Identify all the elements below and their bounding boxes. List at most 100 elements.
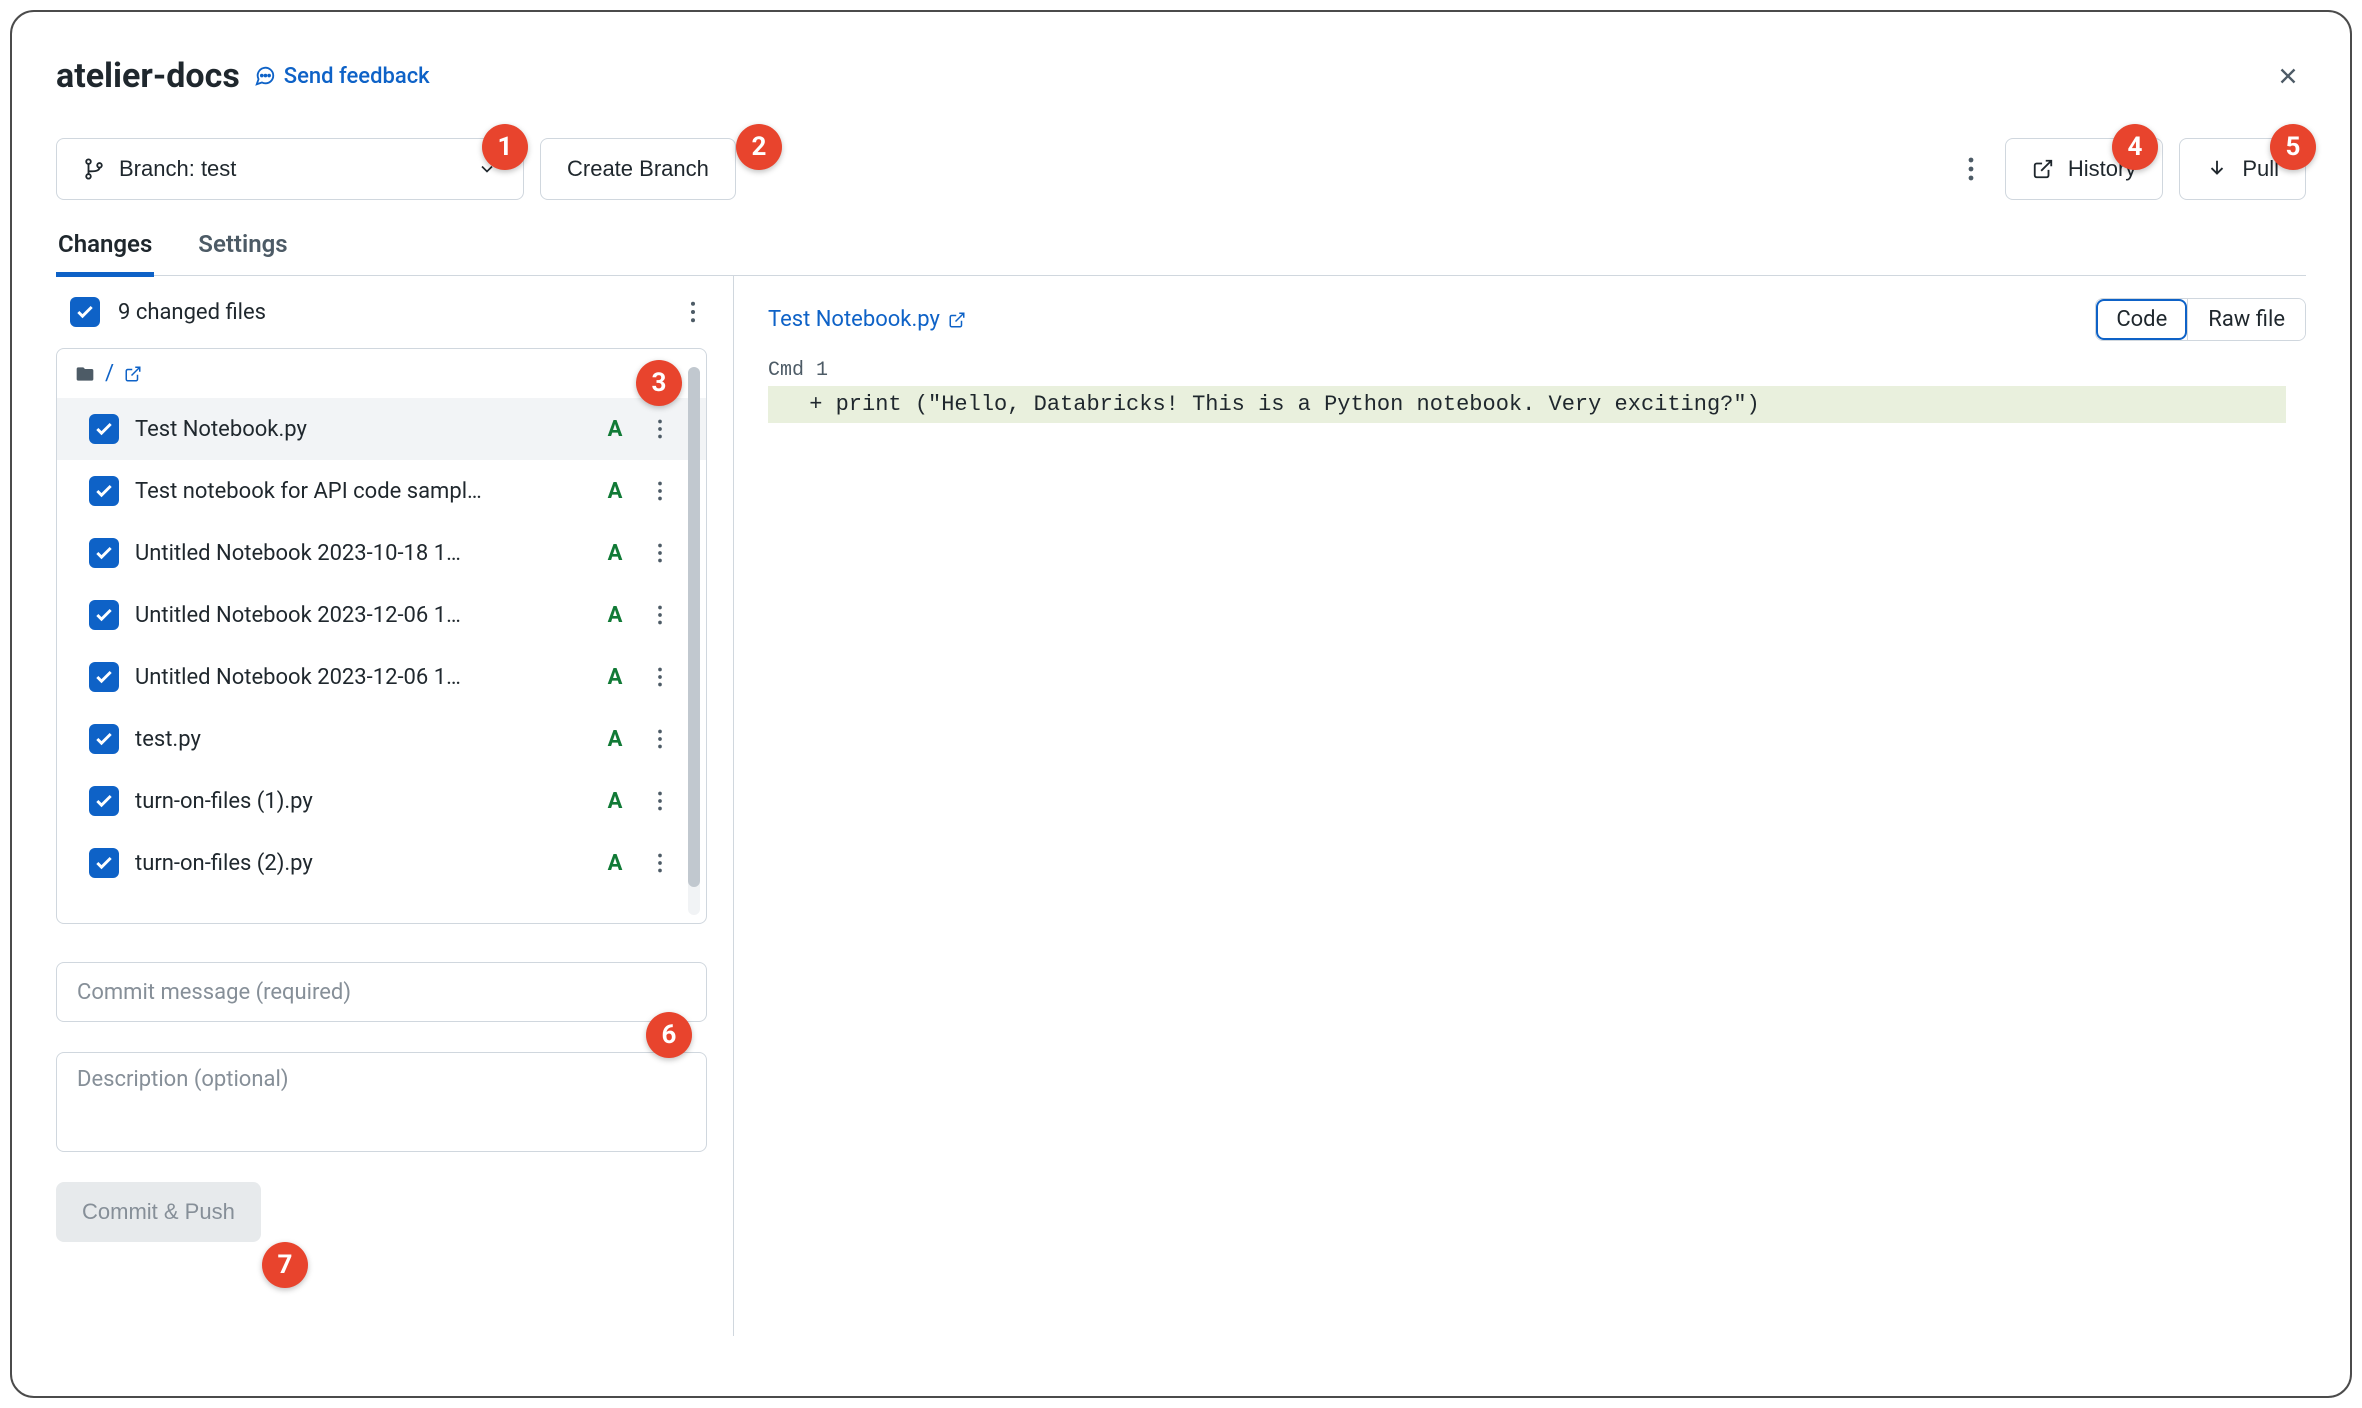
file-checkbox[interactable] — [89, 600, 119, 630]
annotation-badge-1: 1 — [482, 124, 528, 170]
annotation-badge-3: 3 — [636, 360, 682, 406]
file-row[interactable]: turn-on-files (1).py A — [57, 770, 706, 832]
diff-added-line: + print ("Hello, Databricks! This is a P… — [768, 386, 2306, 423]
file-status: A — [604, 665, 626, 690]
dialog-title: atelier-docs — [56, 56, 240, 96]
folder-icon — [75, 364, 95, 384]
check-icon — [94, 667, 114, 687]
file-checkbox[interactable] — [89, 662, 119, 692]
file-row[interactable]: turn-on-files (2).py A — [57, 832, 706, 894]
diff-cmd-label: Cmd 1 — [768, 359, 2306, 382]
file-status: A — [604, 727, 626, 752]
file-checkbox[interactable] — [89, 538, 119, 568]
file-row[interactable]: Test notebook for API code sampl… A — [57, 460, 706, 522]
commit-description-input[interactable] — [56, 1052, 707, 1152]
tab-changes[interactable]: Changes — [56, 230, 154, 277]
close-icon — [2275, 63, 2301, 89]
file-status: A — [604, 851, 626, 876]
kebab-icon — [1968, 157, 1974, 181]
annotation-badge-6: 6 — [646, 1012, 692, 1058]
diff-view-toggle: Code Raw file — [2095, 298, 2306, 341]
check-icon — [75, 302, 95, 322]
file-name: test.py — [135, 727, 588, 752]
file-name: Untitled Notebook 2023-12-06 1… — [135, 665, 588, 690]
file-row[interactable]: test.py A — [57, 708, 706, 770]
check-icon — [94, 481, 114, 501]
kebab-icon — [657, 543, 663, 563]
changed-files-count: 9 changed files — [118, 300, 266, 325]
file-name: Test notebook for API code sampl… — [135, 479, 588, 504]
file-row[interactable]: Untitled Notebook 2023-10-18 1… A — [57, 522, 706, 584]
commit-push-button[interactable]: Commit & Push — [56, 1182, 261, 1242]
create-branch-button[interactable]: Create Branch — [540, 138, 736, 200]
file-status: A — [604, 789, 626, 814]
view-code-button[interactable]: Code — [2096, 299, 2187, 340]
check-icon — [94, 853, 114, 873]
file-row[interactable]: Untitled Notebook 2023-12-06 1… A — [57, 584, 706, 646]
file-more-button[interactable] — [642, 473, 678, 509]
view-raw-button[interactable]: Raw file — [2187, 299, 2305, 340]
diff-file-name: Test Notebook.py — [768, 307, 940, 332]
file-tree: / Test Notebook.py A Test notebook for A… — [56, 348, 707, 924]
comment-icon — [254, 65, 276, 87]
file-tree-scrollbar[interactable] — [688, 367, 700, 915]
send-feedback-link[interactable]: Send feedback — [254, 64, 430, 89]
external-link-icon — [2032, 158, 2054, 180]
check-icon — [94, 419, 114, 439]
file-name: Untitled Notebook 2023-12-06 1… — [135, 603, 588, 628]
file-name: turn-on-files (1).py — [135, 789, 588, 814]
commit-message-input[interactable] — [56, 962, 707, 1022]
file-name: Test Notebook.py — [135, 417, 588, 442]
send-feedback-label: Send feedback — [284, 64, 430, 89]
file-more-button[interactable] — [642, 411, 678, 447]
check-icon — [94, 729, 114, 749]
file-row[interactable]: Untitled Notebook 2023-12-06 1… A — [57, 646, 706, 708]
check-icon — [94, 605, 114, 625]
close-button[interactable] — [2270, 58, 2306, 94]
annotation-badge-2: 2 — [736, 124, 782, 170]
branch-label: Branch: test — [119, 156, 236, 182]
annotation-badge-5: 5 — [2270, 124, 2316, 170]
file-more-button[interactable] — [642, 659, 678, 695]
branch-select[interactable]: Branch: test — [56, 138, 524, 200]
changes-more-button[interactable] — [675, 294, 711, 330]
kebab-icon — [657, 791, 663, 811]
root-path: / — [105, 361, 114, 386]
more-actions-button[interactable] — [1953, 151, 1989, 187]
kebab-icon — [657, 605, 663, 625]
annotation-badge-7: 7 — [262, 1242, 308, 1288]
file-checkbox[interactable] — [89, 414, 119, 444]
external-link-icon — [948, 311, 966, 329]
kebab-icon — [690, 301, 696, 323]
kebab-icon — [657, 853, 663, 873]
download-icon — [2206, 158, 2228, 180]
file-checkbox[interactable] — [89, 848, 119, 878]
check-icon — [94, 791, 114, 811]
file-more-button[interactable] — [642, 535, 678, 571]
root-folder-link[interactable]: / — [57, 349, 706, 398]
external-link-icon — [124, 365, 142, 383]
file-row[interactable]: Test Notebook.py A — [57, 398, 706, 460]
file-name: turn-on-files (2).py — [135, 851, 588, 876]
annotation-badge-4: 4 — [2112, 124, 2158, 170]
kebab-icon — [657, 729, 663, 749]
file-status: A — [604, 417, 626, 442]
git-branch-icon — [83, 158, 105, 180]
file-checkbox[interactable] — [89, 786, 119, 816]
kebab-icon — [657, 481, 663, 501]
file-status: A — [604, 541, 626, 566]
file-checkbox[interactable] — [89, 724, 119, 754]
diff-file-link[interactable]: Test Notebook.py — [768, 307, 966, 332]
kebab-icon — [657, 419, 663, 439]
file-status: A — [604, 479, 626, 504]
file-more-button[interactable] — [642, 845, 678, 881]
kebab-icon — [657, 667, 663, 687]
file-name: Untitled Notebook 2023-10-18 1… — [135, 541, 588, 566]
file-more-button[interactable] — [642, 721, 678, 757]
select-all-checkbox[interactable] — [70, 297, 100, 327]
tab-settings[interactable]: Settings — [196, 230, 289, 277]
file-more-button[interactable] — [642, 783, 678, 819]
check-icon — [94, 543, 114, 563]
file-checkbox[interactable] — [89, 476, 119, 506]
file-more-button[interactable] — [642, 597, 678, 633]
